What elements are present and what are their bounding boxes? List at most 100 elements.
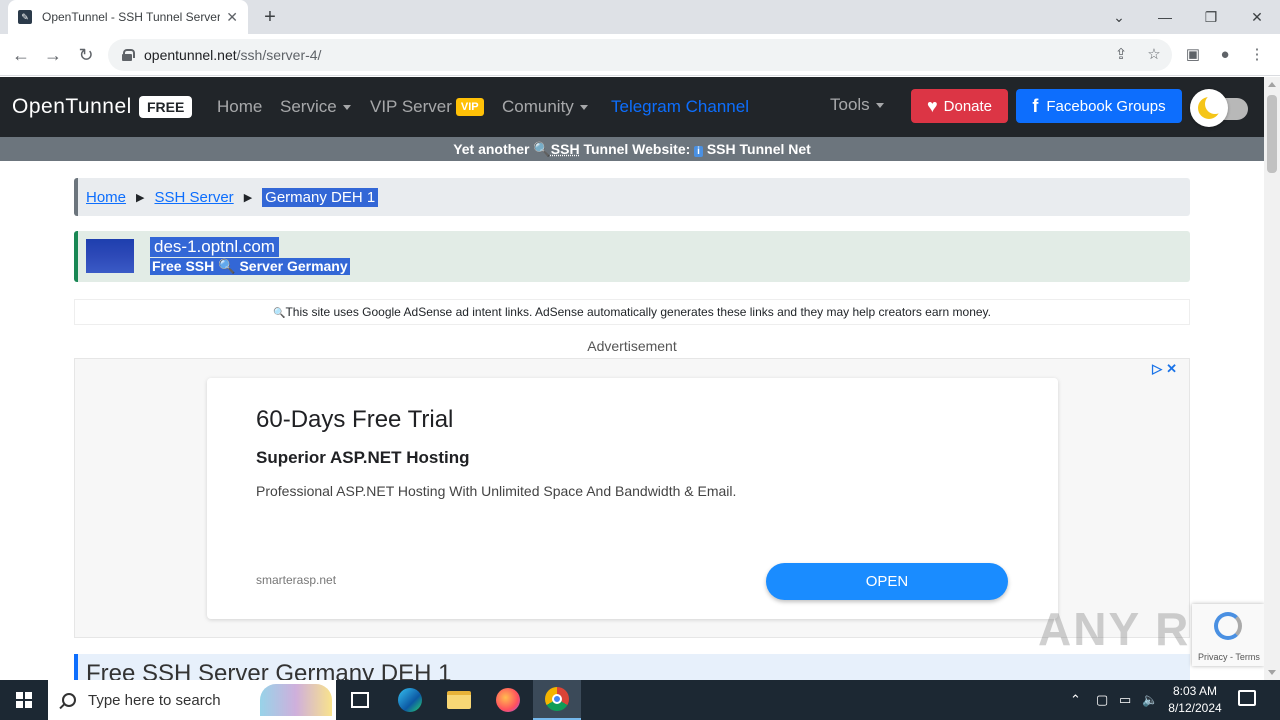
windows-taskbar: Type here to search ⌃ ▢ ▭ 🔈 8:03 AM 8/12… [0,680,1280,720]
adsense-note-text: This site uses Google AdSense ad intent … [285,305,991,319]
clock-date: 8/12/2024 [1168,701,1222,715]
search-icon: 🔍 [218,258,236,274]
heart-icon: ♥ [926,95,938,116]
url-text: opentunnel.net/ssh/server-4/ [144,47,322,63]
bookmark-star-icon[interactable]: ☆ [1141,42,1167,68]
toggle-knob [1190,89,1228,127]
nav-comunity[interactable]: Comunity [502,97,588,117]
ad-frame: ▷✕ 60-Days Free Trial Superior ASP.NET H… [74,358,1190,638]
taskbar-clock[interactable]: 8:03 AM 8/12/2024 [1160,683,1230,717]
tab-title: OpenTunnel - SSH Tunnel Server [42,10,221,24]
breadcrumb-home[interactable]: Home [86,189,126,206]
ad-description: Professional ASP.NET Hosting With Unlimi… [256,483,737,499]
nav-telegram-channel[interactable]: Telegram Channel [611,97,749,117]
edge-icon [398,688,422,712]
subbar-link[interactable]: SSH Tunnel Net [707,141,811,157]
new-tab-button[interactable]: + [258,5,282,29]
ad-subhead: Superior ASP.NET Hosting [256,448,470,467]
vip-badge: VIP [455,98,484,116]
scroll-up-icon[interactable] [1268,82,1276,87]
minimize-button[interactable]: — [1142,0,1188,34]
volume-icon[interactable]: 🔈 [1142,680,1158,720]
recaptcha-badge[interactable]: Privacy - Terms [1192,604,1264,666]
tray-chevron-up-icon[interactable]: ⌃ [1070,680,1081,720]
search-icon [62,693,76,707]
subbar-prefix: Yet another [453,141,530,157]
scroll-down-icon[interactable] [1268,670,1276,675]
profile-icon[interactable]: ● [1212,42,1238,68]
nav-home[interactable]: Home [217,97,262,117]
breadcrumb-current: Germany DEH 1 [262,187,379,207]
ad-open-button[interactable]: OPEN [766,563,1008,600]
notification-icon[interactable] [1238,690,1256,706]
subbar-ssh[interactable]: SSH [551,141,580,157]
chevron-right-icon: ▶ [136,191,145,204]
address-bar[interactable]: opentunnel.net/ssh/server-4/ [108,39,1172,71]
nav-service[interactable]: Service [280,97,351,117]
donate-button[interactable]: ♥ Donate [911,89,1008,123]
chevron-down-icon [875,103,884,109]
task-view-button[interactable] [336,680,384,720]
firefox-icon [496,688,520,712]
windows-icon [16,692,32,708]
chevron-down-icon [579,105,588,111]
site-brand[interactable]: OpenTunnel [12,95,132,119]
scrollbar-thumb[interactable] [1267,95,1277,173]
info-icon: i [694,146,703,157]
firefox-app[interactable] [484,680,532,720]
server-subtitle: Free SSH 🔍 Server Germany [150,258,350,275]
breadcrumb-ssh-server[interactable]: SSH Server [154,189,233,206]
file-explorer-app[interactable] [435,680,483,720]
chrome-app[interactable] [533,680,581,720]
breadcrumb: Home ▶ SSH Server ▶ Germany DEH 1 [74,178,1190,216]
site-navbar: OpenTunnel FREE Home Service VIP Server V… [0,77,1264,137]
chevron-down-icon [342,105,351,111]
ad-choices-icon[interactable]: ▷✕ [1152,361,1181,377]
back-icon[interactable]: ← [8,42,34,68]
close-window-button[interactable]: ✕ [1234,0,1280,34]
share-icon[interactable]: ⇪ [1108,42,1134,68]
ad-card[interactable]: 60-Days Free Trial Superior ASP.NET Host… [207,378,1058,619]
tab-search-icon[interactable]: ⌄ [1096,0,1142,34]
server-card: des-1.optnl.com Free SSH 🔍 Server German… [74,231,1190,282]
section-heading: Free SSH Server Germany DEH 1 [74,654,1190,680]
server-host: des-1.optnl.com [150,237,279,257]
facebook-groups-button[interactable]: f Facebook Groups [1016,89,1182,123]
menu-kebab-icon[interactable]: ⋮ [1244,42,1270,68]
clock-time: 8:03 AM [1172,684,1218,698]
search-icon: 🔍 [273,308,286,319]
adsense-note: 🔍This site uses Google AdSense ad intent… [74,299,1190,325]
ad-domain[interactable]: smarterasp.net [256,573,336,587]
start-button[interactable] [0,680,48,720]
browser-toolbar: ← → ↻ opentunnel.net/ssh/server-4/ ⇪ ☆ ▣… [0,34,1280,76]
folder-icon [447,691,471,709]
nav-vip-server[interactable]: VIP Server VIP [370,97,484,117]
donate-label: Donate [943,97,993,115]
task-view-icon [351,692,369,708]
side-panel-icon[interactable]: ▣ [1180,42,1206,68]
dark-mode-toggle[interactable] [1190,89,1250,127]
browser-tab-strip: ✎ OpenTunnel - SSH Tunnel Server ✕ + ⌄ —… [0,0,1280,34]
search-highlight-image [260,684,332,716]
flag-image [86,239,134,273]
recaptcha-icon [1214,612,1242,640]
page-scrollbar[interactable] [1264,77,1280,680]
forward-icon[interactable]: → [40,42,66,68]
taskbar-search[interactable]: Type here to search [48,680,336,720]
edge-app[interactable] [386,680,434,720]
reload-icon[interactable]: ↻ [73,42,99,68]
recaptcha-links[interactable]: Privacy - Terms [1198,652,1260,662]
tab-close-icon[interactable]: ✕ [226,9,238,26]
search-icon: 🔍 [533,141,551,157]
nav-tools[interactable]: Tools [830,95,884,115]
network-icon[interactable]: ▭ [1119,680,1131,720]
lock-icon[interactable] [122,49,135,61]
tray-device-icon[interactable]: ▢ [1096,680,1108,720]
ad-headline[interactable]: 60-Days Free Trial [256,406,453,434]
facebook-label: Facebook Groups [1046,97,1166,115]
page-viewport: OpenTunnel FREE Home Service VIP Server V… [0,77,1264,680]
browser-tab[interactable]: ✎ OpenTunnel - SSH Tunnel Server ✕ [8,0,248,34]
moon-icon [1198,94,1225,119]
restore-button[interactable]: ❐ [1188,0,1234,34]
chevron-right-icon: ▶ [243,191,253,204]
